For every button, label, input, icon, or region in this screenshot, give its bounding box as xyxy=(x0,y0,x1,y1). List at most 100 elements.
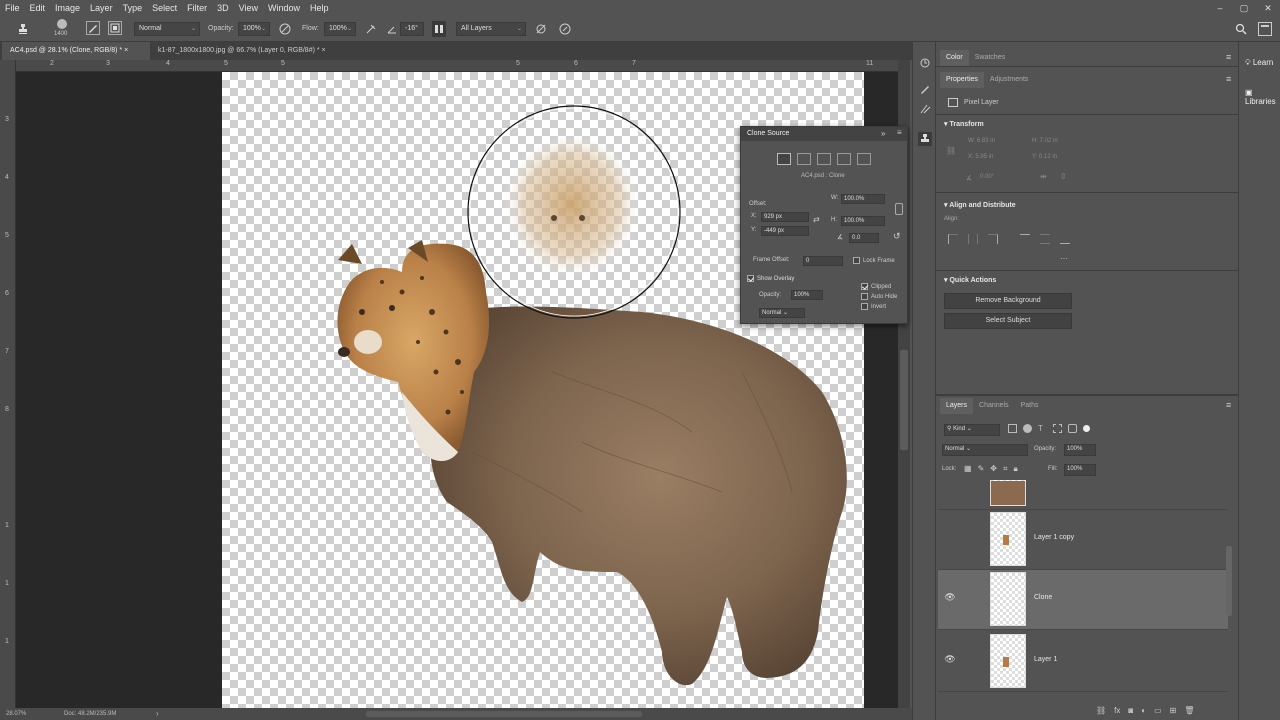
zoom-level[interactable]: 28.07% xyxy=(6,711,26,717)
lock-artboard-icon[interactable]: ⌗ xyxy=(1003,464,1008,474)
panel-menu-icon[interactable]: ≡ xyxy=(897,128,902,137)
toggle-brush-panel-icon[interactable] xyxy=(86,21,100,35)
search-icon[interactable] xyxy=(1234,22,1248,36)
menu-image[interactable]: Image xyxy=(50,3,85,13)
layer-name[interactable]: Clone xyxy=(1034,594,1052,601)
reset-transform-icon[interactable]: ↺ xyxy=(893,231,901,242)
learn-panel-tab[interactable]: 💡︎ Learn xyxy=(1245,58,1273,68)
layer-row[interactable]: 👁︎ Layer 1 xyxy=(938,632,1228,692)
rotate-angle-input[interactable]: 0.0 xyxy=(849,233,879,243)
status-arrow-icon[interactable]: › xyxy=(156,709,159,718)
align-left-icon[interactable] xyxy=(948,234,958,244)
layer-style-icon[interactable]: fx xyxy=(1114,706,1120,715)
layer-row[interactable]: Layer 1 copy xyxy=(938,510,1228,570)
invert-checkbox[interactable]: Invert xyxy=(861,303,886,310)
link-layers-icon[interactable]: ⛓ xyxy=(1096,706,1106,715)
history-icon[interactable] xyxy=(918,56,932,70)
close-tab-icon[interactable]: × xyxy=(124,47,128,54)
flip-horizontal-icon[interactable]: ⇹ xyxy=(1040,172,1047,181)
kind-filter-select[interactable]: ⚲ Kind ⌄ xyxy=(944,424,1000,436)
scroll-thumb[interactable] xyxy=(900,350,908,450)
panel-menu-icon[interactable]: ≡ xyxy=(1226,74,1231,84)
menu-file[interactable]: File xyxy=(0,3,25,13)
add-mask-icon[interactable]: ◙ xyxy=(1128,706,1133,715)
menu-3d[interactable]: 3D xyxy=(212,3,234,13)
toggle-clone-source-panel-icon[interactable] xyxy=(108,21,122,35)
remove-background-button[interactable]: Remove Background xyxy=(944,293,1072,309)
lock-frame-checkbox[interactable]: Lock Frame xyxy=(853,257,895,264)
workspace-icon[interactable] xyxy=(1258,22,1272,36)
flow-input[interactable]: 100% ⌄ xyxy=(324,22,356,36)
menu-filter[interactable]: Filter xyxy=(182,3,212,13)
mode-select[interactable]: Normal ⌄ xyxy=(134,22,200,36)
aligned-icon[interactable] xyxy=(432,21,446,37)
panel-menu-icon[interactable]: ≡ xyxy=(1226,52,1231,62)
scale-w-input[interactable]: 100.0% xyxy=(841,194,885,204)
pressure-opacity-icon[interactable] xyxy=(278,22,292,36)
new-adjustment-icon[interactable]: ◐ xyxy=(1141,706,1146,715)
panel-menu-icon[interactable]: ≡ xyxy=(1226,400,1231,410)
menu-help[interactable]: Help xyxy=(305,3,334,13)
eye-icon[interactable]: 👁︎ xyxy=(944,592,956,604)
clipped-checkbox[interactable]: Clipped xyxy=(861,283,891,290)
clone-source-slot-icon[interactable] xyxy=(817,153,831,165)
filter-pixel-icon[interactable] xyxy=(1008,424,1017,433)
libraries-panel-tab[interactable]: ▣ Libraries xyxy=(1245,88,1280,106)
clone-stamp-tool-icon[interactable] xyxy=(16,22,30,36)
tab-adjustments[interactable]: Adjustments xyxy=(984,72,1035,88)
tab-ac4[interactable]: AC4.psd @ 28.1% (Clone, RGB/8) * × xyxy=(2,42,150,60)
visibility-toggle[interactable] xyxy=(944,480,956,484)
menu-type[interactable]: Type xyxy=(118,3,148,13)
filter-type-icon[interactable]: T xyxy=(1038,424,1047,433)
tab-k1-87[interactable]: k1-87_1800x1800.jpg @ 66.7% (Layer 0, RG… xyxy=(150,42,350,60)
show-overlay-checkbox[interactable]: Show Overlay xyxy=(747,275,794,282)
align-right-icon[interactable] xyxy=(988,234,998,244)
scale-h-input[interactable]: 100.0% xyxy=(841,216,885,226)
align-bottom-icon[interactable] xyxy=(1060,234,1070,244)
layer-name[interactable]: Layer 1 copy xyxy=(1034,534,1074,541)
doc-size[interactable]: Doc: 48.2M/235.9M xyxy=(64,711,116,717)
eye-icon[interactable]: 👁︎ xyxy=(944,654,956,666)
menu-window[interactable]: Window xyxy=(263,3,305,13)
align-distribute-header[interactable]: ▾ Align and Distribute xyxy=(944,201,1016,209)
clone-source-header[interactable]: Clone Source » ≡ xyxy=(741,127,907,141)
layer-name[interactable]: Layer 1 xyxy=(1034,656,1057,663)
layer-row-selected[interactable]: 👁︎ Clone xyxy=(938,570,1228,630)
offset-y-input[interactable]: -449 px xyxy=(761,226,809,236)
brush-preset-icon[interactable] xyxy=(54,17,70,31)
layer-opacity-input[interactable]: 100% xyxy=(1064,444,1096,456)
clone-source-slot-icon[interactable] xyxy=(797,153,811,165)
link-offset-icon[interactable]: ⇄ xyxy=(813,215,820,224)
filter-toggle-icon[interactable] xyxy=(1083,425,1090,432)
collapse-icon[interactable]: » xyxy=(881,129,885,138)
maintain-aspect-icon[interactable] xyxy=(895,203,903,215)
horizontal-scroll-thumb[interactable] xyxy=(366,711,642,717)
overlay-blend-select[interactable]: Normal ⌄ xyxy=(759,308,805,318)
tab-paths[interactable]: Paths xyxy=(1015,398,1045,414)
auto-hide-checkbox[interactable]: Auto Hide xyxy=(861,293,897,300)
transform-angle[interactable]: 0.00° xyxy=(980,174,994,180)
transform-header[interactable]: ▾ Transform xyxy=(944,120,984,128)
clone-source-slot-icon[interactable] xyxy=(857,153,871,165)
close-tab-icon[interactable]: × xyxy=(322,47,326,54)
sample-select[interactable]: All Layers ⌄ xyxy=(456,22,526,36)
filter-shape-icon[interactable] xyxy=(1053,424,1062,433)
menu-edit[interactable]: Edit xyxy=(25,3,51,13)
layer-row[interactable] xyxy=(938,480,1228,510)
fill-input[interactable]: 100% xyxy=(1064,464,1096,476)
frame-offset-input[interactable]: 0 xyxy=(803,256,843,266)
clone-source-icon[interactable] xyxy=(918,132,932,146)
transform-h[interactable]: H: 7.02 in xyxy=(1032,138,1058,144)
clone-source-slot-icon[interactable] xyxy=(837,153,851,165)
menu-layer[interactable]: Layer xyxy=(85,3,118,13)
menu-view[interactable]: View xyxy=(234,3,263,13)
pressure-size-icon[interactable] xyxy=(558,22,572,36)
ignore-adjustment-layers-icon[interactable] xyxy=(534,22,548,36)
flip-vertical-icon[interactable]: ⇳ xyxy=(1060,172,1067,181)
lock-image-icon[interactable]: ✎ xyxy=(978,464,985,474)
lock-all-icon[interactable]: 🔒︎ xyxy=(1013,464,1017,474)
opacity-input[interactable]: 100% ⌄ xyxy=(238,22,270,36)
filter-smart-object-icon[interactable] xyxy=(1068,424,1077,433)
lock-transparency-icon[interactable]: ▦ xyxy=(964,464,972,474)
lock-position-icon[interactable]: ✥ xyxy=(990,464,997,474)
